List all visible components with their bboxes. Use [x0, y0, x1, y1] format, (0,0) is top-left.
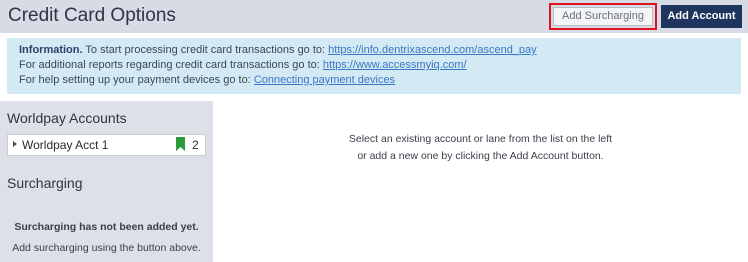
bookmark-icon — [176, 137, 185, 151]
empty-state-line-2: or add a new one by clicking the Add Acc… — [357, 150, 604, 162]
connecting-devices-link[interactable]: Connecting payment devices — [254, 74, 395, 86]
account-name: Worldpay Acct 1 — [22, 138, 109, 152]
surcharging-empty-title: Surcharging has not been added yet. — [14, 221, 199, 233]
info-text: To start processing credit card transact… — [82, 44, 329, 56]
add-surcharging-highlight: Add Surcharging — [549, 3, 657, 30]
empty-state-line-1: Select an existing account or lane from … — [348, 133, 613, 145]
info-text: For additional reports regarding credit … — [19, 59, 323, 71]
info-text: For help setting up your payment devices… — [19, 74, 254, 86]
accessmyiq-link[interactable]: https://www.accessmyiq.com/ — [323, 59, 467, 71]
ascend-pay-link[interactable]: https://info.dentrixascend.com/ascend_pa… — [328, 44, 537, 56]
info-line-reports: For additional reports regarding credit … — [19, 58, 741, 73]
info-banner: Information. To start processing credit … — [7, 38, 741, 94]
info-label: Information. — [19, 44, 83, 56]
info-line-devices: For help setting up your payment devices… — [19, 73, 741, 88]
add-account-button[interactable]: Add Account — [661, 5, 742, 28]
empty-state-message: Select an existing account or lane from … — [213, 131, 748, 165]
account-lane-count: 2 — [192, 138, 199, 152]
accounts-heading: Worldpay Accounts — [7, 110, 127, 126]
add-surcharging-button[interactable]: Add Surcharging — [553, 7, 653, 26]
surcharging-heading: Surcharging — [7, 175, 83, 191]
page-title: Credit Card Options — [8, 5, 176, 26]
surcharging-empty-text: Add surcharging using the button above. — [12, 242, 201, 254]
account-row[interactable]: Worldpay Acct 1 2 — [7, 134, 206, 156]
caret-right-icon[interactable] — [13, 141, 17, 147]
page-header: Credit Card Options Add Surcharging Add … — [0, 0, 748, 33]
info-line-processing: Information. To start processing credit … — [19, 43, 741, 58]
